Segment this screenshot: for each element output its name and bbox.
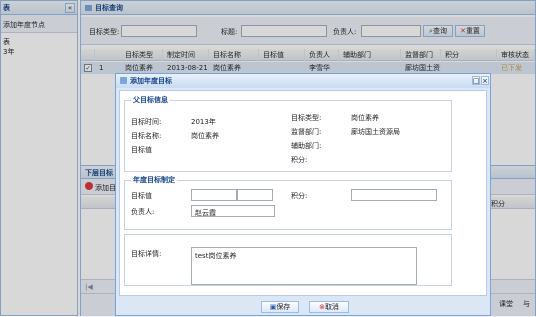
- time-label: 目标时间:: [131, 118, 162, 126]
- supervise-label: 监督部门:: [291, 128, 322, 136]
- maximize-icon[interactable]: □: [472, 76, 480, 85]
- cancel-button[interactable]: ⊗取消: [309, 301, 349, 313]
- owner-input[interactable]: 赵云霞: [191, 205, 275, 217]
- name-value: 岗位素养: [191, 132, 219, 140]
- time-value: 2013年: [191, 118, 216, 126]
- type-label: 目标类型:: [291, 114, 322, 122]
- parent-section-legend: 父目标信息: [131, 95, 170, 105]
- owner-label: 负责人:: [131, 208, 155, 216]
- dialog-icon: [120, 77, 127, 84]
- annual-value-input[interactable]: [191, 189, 237, 201]
- assist-label: 辅助部门:: [291, 142, 322, 150]
- add-goal-dialog: 添加年度目标 □ × 父目标信息 目标时间: 2013年 目标名称: 岗位素养 …: [115, 73, 491, 316]
- detail-value: test岗位素养: [195, 252, 237, 260]
- dialog-header: 添加年度目标 □ ×: [116, 74, 490, 88]
- annual-section-legend: 年度目标制定: [131, 175, 177, 185]
- annual-value-label: 目标值: [131, 192, 152, 200]
- detail-section: 目标详情: test岗位素养: [124, 234, 452, 286]
- annual-unit-input[interactable]: [237, 189, 273, 201]
- parent-goal-section: 父目标信息 目标时间: 2013年 目标名称: 岗位素养 目标值 目标类型: 岗…: [124, 95, 452, 172]
- points-label: 积分:: [291, 156, 308, 164]
- owner-value: 赵云霞: [195, 209, 216, 217]
- value-label: 目标值: [131, 146, 152, 154]
- name-label: 目标名称:: [131, 132, 162, 140]
- annual-goal-section: 年度目标制定 目标值 积分: 负责人: 赵云霞: [124, 175, 452, 230]
- annual-points-label: 积分:: [291, 192, 308, 200]
- dialog-title: 添加年度目标: [130, 77, 172, 85]
- dialog-body: 父目标信息 目标时间: 2013年 目标名称: 岗位素养 目标值 目标类型: 岗…: [119, 90, 487, 296]
- annual-points-input[interactable]: [351, 189, 437, 201]
- supervise-value: 廊坊国土资源局: [351, 128, 400, 136]
- close-icon[interactable]: ×: [481, 76, 489, 85]
- detail-label: 目标详情:: [131, 250, 162, 258]
- type-value: 岗位素养: [351, 114, 379, 122]
- save-button[interactable]: ▣保存: [261, 301, 299, 313]
- detail-textarea[interactable]: test岗位素养: [191, 247, 417, 285]
